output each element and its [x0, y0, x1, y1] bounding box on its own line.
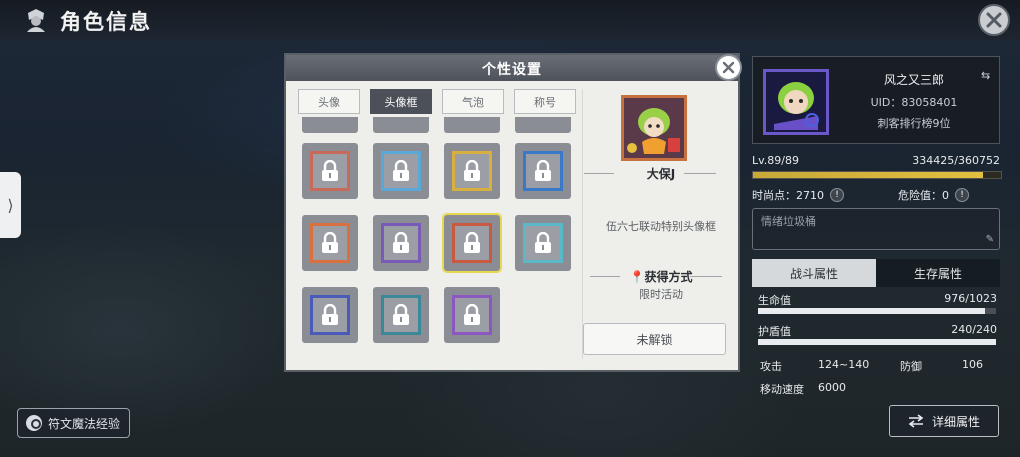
frame-item[interactable] [373, 143, 429, 199]
lock-icon [464, 232, 480, 253]
frame-item[interactable] [515, 215, 571, 271]
close-icon [986, 12, 1002, 28]
tab-title[interactable]: 称号 [514, 89, 576, 114]
avatar-portrait [766, 72, 826, 132]
hp-bar [758, 308, 996, 314]
player-name: 风之又三郎 [883, 73, 944, 87]
frame-preview [621, 95, 687, 161]
lock-icon [322, 160, 338, 181]
defense-value: 106 [962, 358, 983, 371]
switch-icon[interactable]: ⇆ [981, 69, 990, 82]
frame-preview-art [624, 98, 684, 158]
defense-label: 防御 [900, 360, 922, 373]
lock-icon [322, 232, 338, 253]
frame-item[interactable] [302, 143, 358, 199]
profile-card: 风之又三郎 ⇆ UID：83058401 刺客排行榜9位 [752, 56, 1000, 144]
frame-item-partial[interactable] [302, 117, 358, 133]
move-speed-value: 6000 [818, 381, 846, 394]
frame-item[interactable] [302, 287, 358, 343]
lock-icon [535, 160, 551, 181]
shield-label: 护盾值 [758, 325, 791, 338]
tab-survival-stats[interactable]: 生存属性 [876, 259, 1000, 287]
exp-bar [752, 171, 1002, 179]
hp-value: 976/1023 [944, 292, 997, 305]
dialog-close-button[interactable] [715, 54, 742, 81]
detail-button-label: 详细属性 [931, 414, 980, 429]
side-drawer-handle[interactable]: ⟩ [0, 172, 21, 238]
stats-tabs: 战斗属性 生存属性 [752, 259, 1000, 287]
shield-value: 240/240 [951, 323, 997, 336]
obtain-method-value: 限时活动 [639, 288, 683, 301]
personalization-dialog: 个性设置 头像 头像框 气泡 称号 大保J 伍六七联动特别头像框 📍获得方式 限… [284, 53, 742, 372]
edit-pencil-icon[interactable]: ✎ [986, 234, 994, 245]
divider [684, 173, 716, 174]
character-panel: 风之又三郎 ⇆ UID：83058401 刺客排行榜9位 Lv.89/89 33… [752, 56, 1005, 442]
lock-icon [393, 160, 409, 181]
frame-description: 伍六七联动特别头像框 [606, 220, 716, 233]
player-uid: UID：83058401 [870, 96, 958, 109]
obtain-method-heading: 📍获得方式 [586, 268, 736, 285]
frame-grid [298, 117, 576, 367]
fashion-points: 时尚点：2710 ! [752, 187, 844, 203]
close-button[interactable] [978, 4, 1010, 36]
frame-item-partial[interactable] [444, 117, 500, 133]
dialog-header: 个性设置 [286, 55, 738, 81]
signature-text: 情绪垃圾桶 [761, 215, 816, 228]
dialog-title: 个性设置 [482, 62, 542, 78]
swap-arrows-icon [908, 414, 924, 428]
frame-item-partial[interactable] [515, 117, 571, 133]
shield-bar-fill [758, 339, 996, 345]
frame-item[interactable] [442, 213, 502, 273]
rune-button-label: 符文魔法经验 [48, 416, 121, 431]
lock-icon [464, 304, 480, 325]
info-icon[interactable]: ! [830, 188, 844, 202]
frame-item[interactable] [444, 143, 500, 199]
fashion-points-label: 时尚点：2710 [752, 189, 824, 202]
top-bar: 角色信息 [0, 0, 1020, 40]
move-speed-label: 移动速度 [760, 383, 804, 396]
detail-attributes-button[interactable]: 详细属性 [889, 405, 999, 437]
frame-item[interactable] [515, 143, 571, 199]
tab-avatar-frame[interactable]: 头像框 [370, 89, 432, 114]
exp-text: 334425/360752 [912, 154, 1000, 167]
tab-avatar[interactable]: 头像 [298, 89, 360, 114]
hp-label: 生命值 [758, 294, 791, 307]
attack-label: 攻击 [760, 360, 782, 373]
unlock-button[interactable]: 未解锁 [583, 323, 726, 355]
lock-icon [393, 232, 409, 253]
tab-combat-stats[interactable]: 战斗属性 [752, 259, 876, 287]
frame-item[interactable] [302, 215, 358, 271]
danger-value: 危险值：0 ! [898, 187, 969, 203]
obtain-method-title: 获得方式 [644, 270, 693, 284]
danger-value-label: 危险值：0 [898, 189, 949, 202]
frame-item[interactable] [373, 287, 429, 343]
close-icon [722, 61, 735, 74]
lock-icon [535, 232, 551, 253]
divider [584, 173, 614, 174]
chevron-right-icon: ⟩ [7, 195, 14, 215]
level-text: Lv.89/89 [752, 154, 799, 167]
attack-value: 124~140 [818, 358, 870, 371]
tab-bubble[interactable]: 气泡 [442, 89, 504, 114]
lock-icon [393, 304, 409, 325]
rune-magic-exp-button[interactable]: 符文魔法经验 [17, 408, 130, 438]
signature-input[interactable]: 情绪垃圾桶 ✎ [752, 208, 1000, 250]
divider [582, 89, 583, 359]
lock-icon [464, 160, 480, 181]
lock-icon [322, 304, 338, 325]
dialog-tabs: 头像 头像框 气泡 称号 [298, 89, 576, 114]
avatar[interactable] [763, 69, 829, 135]
shield-bar [758, 339, 996, 345]
frame-item-partial[interactable] [373, 117, 429, 133]
page-title: 角色信息 [60, 10, 152, 34]
exp-bar-fill [753, 172, 983, 178]
rune-icon [26, 415, 42, 431]
frame-item[interactable] [373, 215, 429, 271]
player-rank: 刺客排行榜9位 [877, 117, 951, 130]
frame-item[interactable] [444, 287, 500, 343]
info-icon[interactable]: ! [955, 188, 969, 202]
character-icon [27, 9, 45, 32]
location-pin-icon: 📍 [629, 270, 645, 284]
hp-bar-fill [758, 308, 986, 314]
